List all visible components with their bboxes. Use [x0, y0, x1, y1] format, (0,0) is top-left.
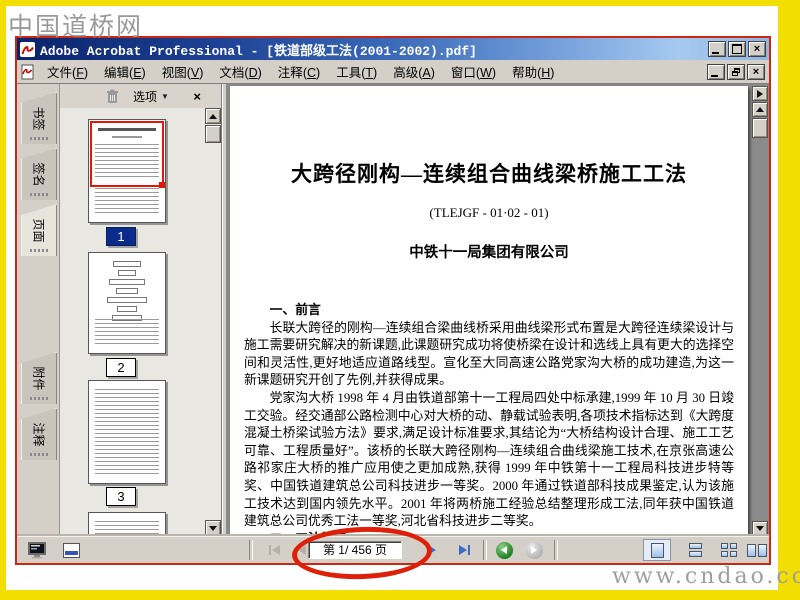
- document-code: (TLEJGF - 01·02 - 01): [429, 205, 549, 220]
- scroll-down-icon[interactable]: [752, 521, 768, 536]
- section-heading-1: 一、前言: [269, 303, 321, 317]
- menu-item-tools[interactable]: 工具T: [328, 60, 385, 83]
- options-menu-button[interactable]: 选项: [133, 88, 157, 105]
- frame-border-bottom: [0, 590, 800, 600]
- document-scrollbar[interactable]: [752, 84, 769, 537]
- document-scrollbar-thumb[interactable]: [752, 118, 768, 138]
- facing-layout-button[interactable]: [743, 539, 771, 561]
- menu-item-document[interactable]: 文档D: [211, 60, 269, 83]
- last-page-button[interactable]: [453, 540, 475, 560]
- page-thumbnail-3[interactable]: [88, 380, 166, 484]
- doc-restore-button[interactable]: [727, 63, 745, 80]
- continuous-layout-button[interactable]: [681, 539, 709, 561]
- doc-close-button[interactable]: ×: [747, 63, 765, 80]
- previous-view-button[interactable]: [494, 540, 514, 560]
- menu-item-help[interactable]: 帮助H: [504, 60, 562, 83]
- page-number-badge[interactable]: 1: [106, 227, 136, 246]
- next-view-button[interactable]: [524, 540, 544, 560]
- frame-border-right: [778, 0, 800, 600]
- tab-attachments[interactable]: 附件: [21, 352, 57, 404]
- menu-item-edit[interactable]: 编辑E: [96, 60, 154, 83]
- maximize-button[interactable]: [728, 41, 746, 57]
- trash-icon[interactable]: [106, 89, 119, 104]
- tab-pages[interactable]: 页面: [21, 204, 57, 256]
- hide-toolbars-button[interactable]: [59, 540, 83, 560]
- acrobat-logo-icon: [20, 41, 35, 57]
- document-title: 大跨径刚构—连续组合曲线梁桥施工工法: [291, 162, 687, 186]
- pages-panel: 选项 ▼ × 1 2 3: [60, 84, 222, 554]
- paragraph: 长联大跨径的刚构—连续组合梁曲线桥采用曲线梁形式布置是大跨径连续梁设计与施工需要…: [244, 320, 734, 388]
- document-company: 中铁十一局集团有限公司: [409, 245, 569, 261]
- paragraph: 党家沟大桥 1998 年 4 月由铁道部第十一工程局四处中标承建,1999 年 …: [244, 390, 734, 529]
- navigation-tab-strip: 书签 签名 页面 附件 注释: [17, 84, 60, 537]
- minimize-button[interactable]: [708, 41, 726, 57]
- single-page-layout-button[interactable]: [643, 539, 671, 561]
- panel-scrollbar[interactable]: [205, 108, 221, 537]
- scroll-up-icon[interactable]: [205, 108, 221, 124]
- menu-item-comments[interactable]: 注释C: [270, 60, 328, 83]
- page-thumbnail-2[interactable]: [88, 252, 166, 354]
- pages-panel-header: 选项 ▼ ×: [60, 84, 221, 108]
- watermark-bottom-right: www.cndao.com: [612, 564, 800, 589]
- menu-item-window[interactable]: 窗口W: [443, 60, 504, 83]
- page-thumbnail-1[interactable]: [88, 119, 166, 223]
- tab-comments[interactable]: 注释: [21, 408, 57, 460]
- page-number-badge[interactable]: 2: [106, 358, 136, 377]
- thumbnail-view-box[interactable]: [90, 121, 165, 188]
- pdf-page: 大跨径刚构—连续组合曲线梁桥施工工法 (TLEJGF - 01·02 - 01)…: [230, 86, 748, 535]
- scroll-up-icon[interactable]: [752, 102, 768, 117]
- expand-right-icon[interactable]: [752, 86, 768, 101]
- pdf-document-icon: [21, 64, 35, 80]
- scroll-down-icon[interactable]: [205, 520, 221, 536]
- tab-signatures[interactable]: 签名: [21, 148, 57, 200]
- first-page-button[interactable]: [263, 540, 285, 560]
- chevron-down-icon[interactable]: ▼: [161, 92, 169, 101]
- continuous-facing-layout-button[interactable]: [715, 539, 743, 561]
- tab-bookmarks[interactable]: 书签: [21, 92, 57, 144]
- acrobat-window: Adobe Acrobat Professional - [铁道部级工法(200…: [15, 36, 771, 565]
- menu-bar: 文件F 编辑E 视图V 文档D 注释C 工具T 高级A 窗口W 帮助H ×: [17, 60, 769, 84]
- document-body: 一、前言 长联大跨径的刚构—连续组合梁曲线桥采用曲线梁形式布置是大跨径连续梁设计…: [244, 302, 734, 535]
- frame-border-top: [0, 0, 800, 6]
- watermark-top-left: 中国道桥网: [8, 12, 144, 41]
- panel-close-icon[interactable]: ×: [193, 89, 201, 104]
- menu-item-view[interactable]: 视图V: [154, 60, 212, 83]
- menu-item-file[interactable]: 文件F: [39, 60, 96, 83]
- panel-scrollbar-thumb[interactable]: [205, 125, 221, 143]
- main-area: 书签 签名 页面 附件 注释 选项 ▼ × 1 2 3 大跨径刚构—连续组合曲线…: [17, 84, 769, 554]
- full-screen-button[interactable]: [25, 540, 49, 560]
- document-area: 大跨径刚构—连续组合曲线梁桥施工工法 (TLEJGF - 01·02 - 01)…: [226, 84, 769, 537]
- close-button[interactable]: ×: [748, 41, 766, 57]
- menu-item-advanced[interactable]: 高级A: [385, 60, 443, 83]
- frame-border-left: [0, 0, 6, 600]
- page-number-badge[interactable]: 3: [106, 487, 136, 506]
- doc-minimize-button[interactable]: [707, 63, 725, 80]
